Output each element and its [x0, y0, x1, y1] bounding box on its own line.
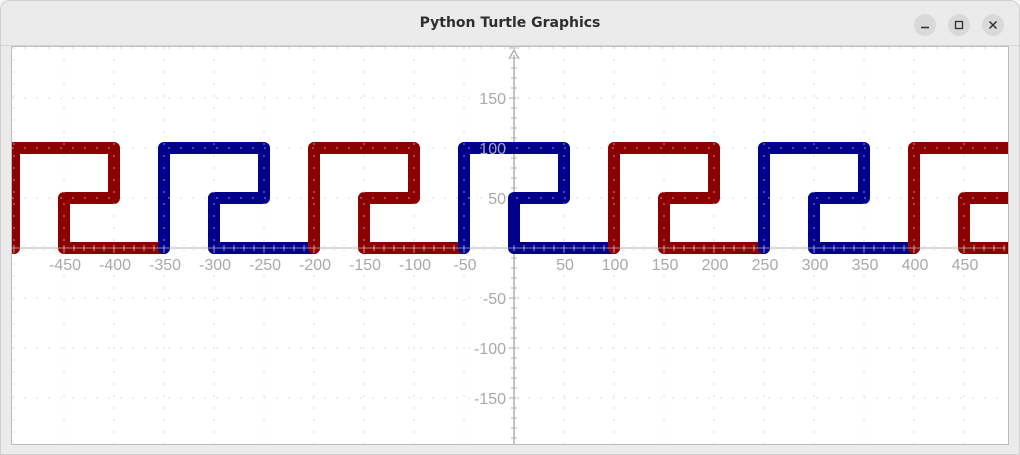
x-tick-label: 100 [602, 257, 629, 274]
x-tick-label: -450 [49, 257, 81, 274]
x-tick-label: -300 [199, 257, 231, 274]
maximize-icon [954, 20, 964, 30]
x-tick-label: 400 [902, 257, 929, 274]
pattern-segment-blue [458, 142, 620, 254]
x-tick-label: -250 [249, 257, 281, 274]
x-tick-label: 200 [702, 257, 729, 274]
x-tick-label: 150 [652, 257, 679, 274]
pattern-segment-blue [758, 142, 920, 254]
x-tick-label: -350 [149, 257, 181, 274]
minimize-icon [921, 26, 929, 29]
minimize-button[interactable] [914, 14, 936, 36]
x-tick-label: -100 [399, 257, 431, 274]
x-tick-label: -150 [349, 257, 381, 274]
turtle-canvas[interactable]: -450 -400 -350 -300 -250 -200 -150 -100 -50 50 100… [11, 46, 1009, 445]
close-icon [989, 21, 997, 29]
meander-pattern [12, 47, 1008, 444]
pattern-segment-blue [158, 142, 320, 254]
x-tick-label: 350 [852, 257, 879, 274]
y-tick-label: -50 [483, 291, 506, 308]
window-title: Python Turtle Graphics [419, 15, 601, 31]
y-tick-label: -100 [474, 341, 506, 358]
y-tick-label: -150 [474, 391, 506, 408]
y-tick-label: 150 [479, 91, 506, 108]
title-bar[interactable]: Python Turtle Graphics [1, 1, 1019, 46]
close-button[interactable] [982, 14, 1004, 36]
x-tick-label: 450 [952, 257, 979, 274]
y-tick-label: 100 [479, 141, 506, 158]
turtle-plot: -450 -400 -350 -300 -250 -200 -150 -100 -50 50 100… [12, 47, 1008, 444]
x-tick-label: -50 [453, 257, 476, 274]
x-tick-label: -400 [99, 257, 131, 274]
x-tick-label: 250 [752, 257, 779, 274]
maximize-button[interactable] [948, 14, 970, 36]
y-tick-label: 50 [488, 191, 506, 208]
x-tick-label: 300 [802, 257, 829, 274]
turtle-window: Python Turtle Graphics -450 -400 -350 -300-… [0, 0, 1020, 455]
x-tick-label: 50 [556, 257, 574, 274]
x-tick-label: -200 [299, 257, 331, 274]
